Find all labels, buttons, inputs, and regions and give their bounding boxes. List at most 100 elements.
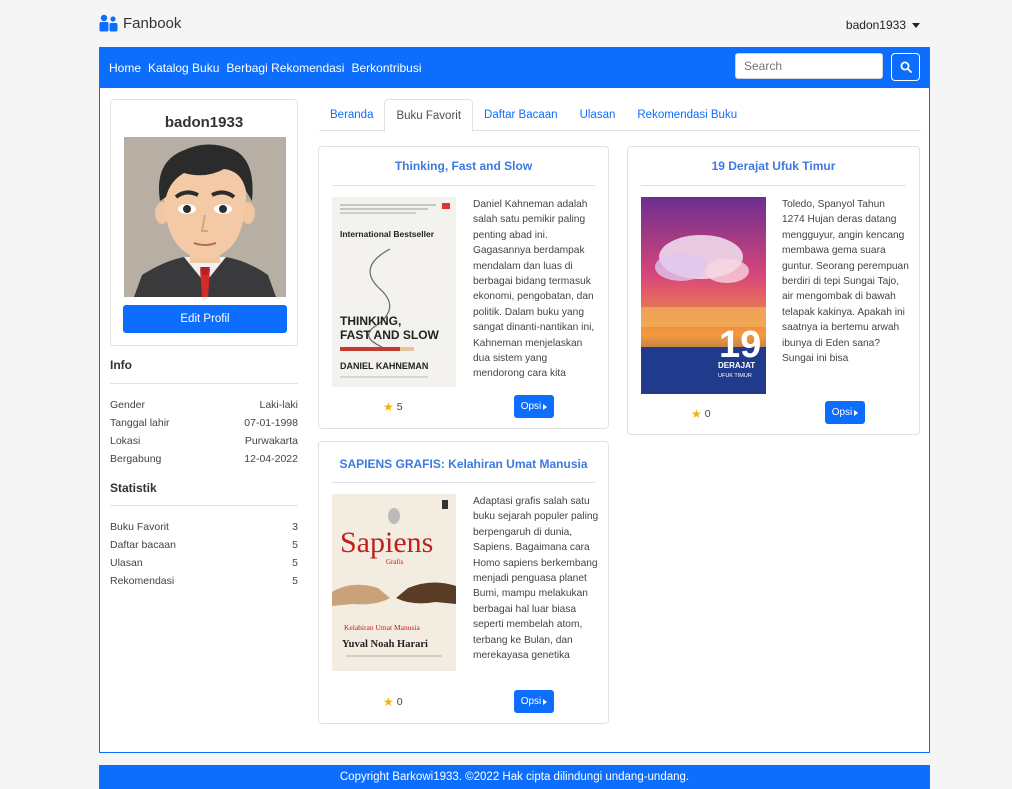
info-label: Gender [110,399,146,411]
options-label: Opsi [520,401,542,412]
info-label: Tanggal lahir [110,417,170,429]
stat-value: 5 [292,539,298,551]
rating-value: 5 [396,401,403,413]
nav-home[interactable]: Home [109,61,141,75]
options-button[interactable]: Opsi [825,401,865,424]
options-button[interactable]: Opsi [514,395,554,418]
stat-value: 3 [292,521,298,533]
stat-label: Ulasan [110,557,143,569]
info-value: 12-04-2022 [244,453,298,465]
cover-subtitle: DERAJAT [718,361,755,370]
options-label: Opsi [831,407,853,418]
stat-label: Daftar bacaan [110,539,176,551]
caret-down-icon [912,22,920,28]
tab-buku-favorit[interactable]: Buku Favorit [384,99,474,132]
nav-berkontribusi[interactable]: Berkontribusi [351,61,421,75]
stat-label: Rekomendasi [110,575,175,587]
main-container: badon1933 Edit Profil Info Gender Laki-l… [99,88,930,753]
brand-name: Fanbook [123,14,182,32]
stat-row: Daftar bacaan 5 [110,539,298,551]
cover-author: DANIEL KAHNEMAN [340,361,428,371]
book-card: Thinking, Fast and Slow International Be… [318,146,609,429]
cover-sub: Grafis [386,558,404,566]
user-menu[interactable]: badon1933 [846,18,920,32]
stat-value: 5 [292,575,298,587]
brand[interactable]: Fanbook [99,14,181,32]
star-icon: ★ [691,407,702,421]
book-cover[interactable]: 19 DERAJAT UFUK TIMUR [641,197,766,394]
info-divider [110,383,298,384]
info-label: Bergabung [110,453,162,465]
search-icon [900,61,912,73]
book-cover[interactable]: Sapiens Grafis Kelahiran Umat Manusia Yu… [332,494,456,671]
info-row: Gender Laki-laki [110,399,298,411]
book-card: 19 Derajat Ufuk Timur 19 DERAJAT UFUK TI… [627,146,920,435]
book-rating: ★ 0 [383,695,403,709]
book-cover[interactable]: International Bestseller THINKING, FAST … [332,197,456,387]
book-rating: ★ 5 [383,400,403,414]
profile-tabs: Beranda Buku Favorit Daftar Bacaan Ulasa… [319,99,921,132]
cover-top-text: International Bestseller [340,229,435,239]
card-divider [332,185,595,186]
search-form [735,53,920,81]
book-card: SAPIENS GRAFIS: Kelahiran Umat Manusia S… [318,441,609,724]
tab-ulasan[interactable]: Ulasan [569,99,627,131]
info-row: Lokasi Purwakarta [110,435,298,447]
rating-value: 0 [396,696,403,708]
book-title[interactable]: 19 Derajat Ufuk Timur [628,159,919,173]
info-row: Bergabung 12-04-2022 [110,453,298,465]
info-title: Info [110,358,132,372]
cover-caption: Kelahiran Umat Manusia [344,623,420,632]
star-icon: ★ [383,400,394,414]
card-divider [332,482,595,483]
book-description: Daniel Kahneman adalah salah satu pemiki… [473,199,595,380]
cover-author: Yuval Noah Harari [342,639,428,650]
stat-row: Buku Favorit 3 [110,521,298,533]
search-button[interactable] [891,53,920,81]
footer: Copyright Barkowi1933. ©2022 Hak cipta d… [99,765,930,789]
stat-row: Rekomendasi 5 [110,575,298,587]
cover-title-1: THINKING, [340,314,401,328]
tab-rekomendasi-buku[interactable]: Rekomendasi Buku [626,99,748,131]
info-value: Purwakarta [244,435,298,447]
profile-username: badon1933 [164,114,244,131]
search-input[interactable] [735,53,883,79]
info-label: Lokasi [110,435,141,447]
cover-subtitle-2: UFUK TIMUR [718,373,752,379]
edit-profile-button[interactable]: Edit Profil [123,305,287,333]
tab-daftar-bacaan[interactable]: Daftar Bacaan [473,99,569,131]
info-row: Tanggal lahir 07-01-1998 [110,417,298,429]
star-icon: ★ [383,695,394,709]
caret-right-icon [543,403,548,410]
nav-berbagi-rekomendasi[interactable]: Berbagi Rekomendasi [226,61,344,75]
cover-title: Sapiens [340,526,433,559]
rating-value: 0 [704,408,711,420]
main-navbar: Home Katalog Buku Berbagi Rekomendasi Be… [99,47,930,88]
book-description: Adaptasi grafis salah satu buku sejarah … [473,496,599,662]
options-button[interactable]: Opsi [514,690,554,713]
book-description: Toledo, Spanyol Tahun 1274 Hujan deras d… [782,199,909,365]
caret-right-icon [543,698,548,705]
info-value: 07-01-1998 [244,417,298,429]
profile-card: badon1933 Edit Profil [110,99,298,346]
cover-number: 19 [719,324,761,366]
book-title[interactable]: SAPIENS GRAFIS: Kelahiran Umat Manusia [319,457,608,471]
top-bar: Fanbook badon1933 [0,0,1012,46]
stat-label: Buku Favorit [110,521,169,533]
options-label: Opsi [520,696,542,707]
caret-right-icon [854,409,859,416]
people-icon [99,14,119,32]
tab-beranda[interactable]: Beranda [319,99,384,131]
card-divider [641,185,906,186]
book-rating: ★ 0 [691,407,711,421]
nav-katalog-buku[interactable]: Katalog Buku [148,61,219,75]
book-title[interactable]: Thinking, Fast and Slow [319,159,608,173]
stats-divider [110,505,298,506]
info-value: Laki-laki [259,399,298,411]
cover-title-2: FAST AND SLOW [340,328,440,342]
stat-row: Ulasan 5 [110,557,298,569]
user-menu-name: badon1933 [845,18,906,32]
stat-value: 5 [292,557,298,569]
stats-title: Statistik [110,481,157,495]
avatar [124,137,286,297]
